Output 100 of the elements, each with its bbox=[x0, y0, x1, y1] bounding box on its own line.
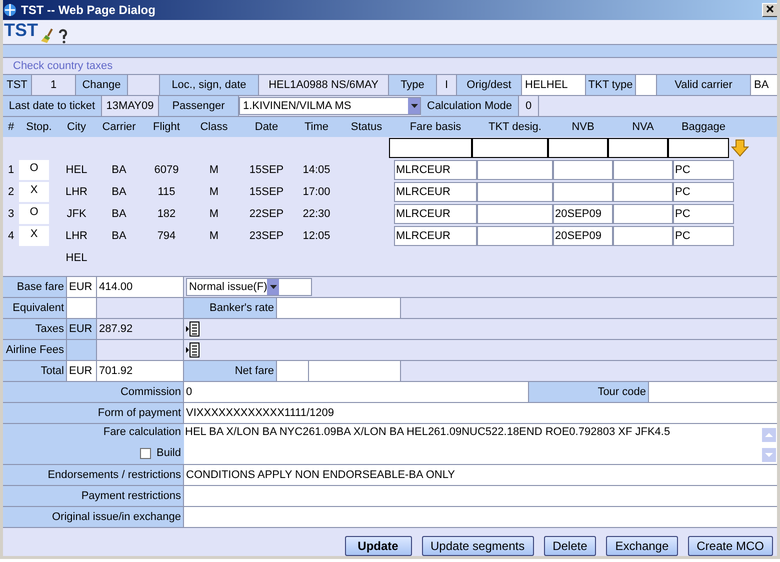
input-field[interactable] bbox=[309, 361, 401, 381]
field-label: Loc., sign, date bbox=[160, 75, 259, 96]
input-field[interactable]: 20SEP09 bbox=[553, 226, 613, 246]
input-field[interactable]: PC bbox=[673, 226, 734, 246]
input-field[interactable] bbox=[613, 160, 673, 180]
input-field[interactable] bbox=[277, 298, 401, 318]
stopover-field[interactable]: X bbox=[19, 182, 49, 202]
amount-field[interactable]: 414.00 bbox=[97, 277, 184, 297]
action-button[interactable]: Update bbox=[344, 536, 412, 556]
input-field: VIXXXXXXXXXXXX1111/1209 bbox=[184, 403, 777, 423]
table-cell-text: BA bbox=[110, 164, 128, 176]
field-label: TST bbox=[3, 75, 32, 96]
column-header: Stop. bbox=[25, 120, 53, 133]
column-header: Date bbox=[254, 120, 280, 133]
field-label: Net fare bbox=[184, 361, 277, 381]
stopover-field[interactable]: X bbox=[19, 226, 49, 246]
field-label: Type bbox=[389, 75, 437, 96]
close-button[interactable] bbox=[762, 3, 777, 18]
table-cell-text: BA bbox=[110, 230, 128, 242]
input-field[interactable] bbox=[613, 204, 673, 224]
field-label: Original issue/in exchange bbox=[3, 507, 184, 527]
input-field[interactable]: MLRCEUR bbox=[394, 160, 477, 180]
input-field[interactable]: MLRCEUR bbox=[394, 204, 477, 224]
window-title: TST -- Web Page Dialog bbox=[21, 3, 156, 18]
amount-field: 287.92 bbox=[97, 319, 184, 339]
table-cell-text: 1 bbox=[6, 164, 16, 176]
table-cell-text: 15SEP bbox=[248, 164, 285, 176]
table-cell-text: BA bbox=[110, 208, 128, 220]
table-cell-text: 17:00 bbox=[302, 186, 332, 198]
input-field[interactable] bbox=[472, 138, 548, 158]
table-cell-text: 794 bbox=[156, 230, 177, 242]
field-label: Last date to ticket bbox=[3, 96, 102, 116]
action-button[interactable]: Create MCO bbox=[688, 536, 773, 556]
input-field[interactable] bbox=[389, 138, 472, 158]
stopover-field[interactable]: O bbox=[19, 160, 49, 180]
amount-field[interactable]: 701.92 bbox=[97, 361, 184, 381]
input-field[interactable] bbox=[613, 226, 673, 246]
checkbox[interactable] bbox=[140, 448, 151, 458]
column-header: NVA bbox=[631, 120, 655, 133]
field-label: Commission bbox=[3, 382, 184, 402]
input-field[interactable]: MLRCEUR bbox=[394, 182, 477, 202]
input-field[interactable]: HELHEL bbox=[522, 75, 586, 96]
column-header: TKT desig. bbox=[488, 120, 542, 133]
table-cell-text: 14:05 bbox=[302, 164, 332, 176]
column-header: Baggage bbox=[680, 120, 727, 133]
table-cell-text: BA bbox=[110, 186, 128, 198]
list-icon bbox=[186, 321, 200, 337]
input-field[interactable]: BA bbox=[751, 75, 777, 96]
column-header: # bbox=[6, 120, 16, 133]
dropdown[interactable]: Normal issue(F) bbox=[186, 278, 312, 296]
input-field[interactable]: PC bbox=[673, 160, 734, 180]
input-field[interactable] bbox=[548, 138, 608, 158]
field-label: Tour code bbox=[529, 382, 649, 402]
globe-icon bbox=[3, 3, 17, 18]
table-cell-text: HEL bbox=[64, 252, 88, 264]
input-field[interactable]: PC bbox=[673, 204, 734, 224]
input-field[interactable] bbox=[477, 204, 553, 224]
column-header: Class bbox=[199, 120, 229, 133]
close-icon bbox=[766, 5, 774, 14]
field-label: Change bbox=[76, 75, 128, 96]
input-field[interactable] bbox=[553, 160, 613, 180]
field-label: Orig/dest bbox=[457, 75, 522, 96]
table-cell-text: 12:05 bbox=[302, 230, 332, 242]
stopover-field[interactable]: O bbox=[19, 204, 49, 224]
input-field[interactable] bbox=[277, 361, 309, 381]
input-field[interactable] bbox=[477, 182, 553, 202]
field-label: Taxes bbox=[3, 319, 67, 339]
input-field[interactable] bbox=[477, 160, 553, 180]
input-field: CONDITIONS APPLY NON ENDORSEABLE-BA ONLY bbox=[184, 465, 777, 485]
action-button[interactable]: Update segments bbox=[422, 536, 534, 556]
column-header: Carrier bbox=[101, 120, 137, 133]
table-cell-text: 4 bbox=[6, 230, 16, 242]
down-arrow-icon bbox=[731, 138, 749, 157]
input-field[interactable]: 20SEP09 bbox=[553, 204, 613, 224]
field-label: Airline Fees bbox=[3, 340, 67, 360]
input-field[interactable] bbox=[477, 226, 553, 246]
field-label: Form of payment bbox=[3, 403, 184, 423]
table-cell-text: 22SEP bbox=[248, 208, 285, 220]
action-button[interactable]: Delete bbox=[544, 536, 596, 556]
input-field[interactable] bbox=[613, 182, 673, 202]
check-taxes-link[interactable]: Check country taxes bbox=[13, 60, 113, 72]
currency-field: EUR bbox=[67, 319, 97, 339]
field-label: Valid carrier bbox=[657, 75, 751, 96]
input-field[interactable]: PC bbox=[673, 182, 734, 202]
input-field[interactable] bbox=[636, 75, 657, 96]
input-field[interactable] bbox=[608, 138, 668, 158]
action-button[interactable]: Exchange bbox=[606, 536, 678, 556]
field-label: Endorsements / restrictions bbox=[3, 465, 184, 485]
table-cell-text: M bbox=[208, 230, 220, 242]
checkbox-label: Build bbox=[156, 447, 181, 459]
field-label: Calculation Mode bbox=[421, 96, 519, 116]
input-field[interactable] bbox=[668, 138, 729, 158]
input-field[interactable] bbox=[553, 182, 613, 202]
currency-field: EUR bbox=[67, 277, 97, 297]
dropdown[interactable]: 1.KIVINEN/VILMA MS bbox=[239, 97, 421, 116]
field-label: Passenger bbox=[159, 96, 239, 116]
table-cell-text: 115 bbox=[156, 186, 176, 198]
input-field[interactable]: MLRCEUR bbox=[394, 226, 477, 246]
list-icon bbox=[186, 342, 200, 358]
input-field[interactable] bbox=[649, 382, 777, 402]
